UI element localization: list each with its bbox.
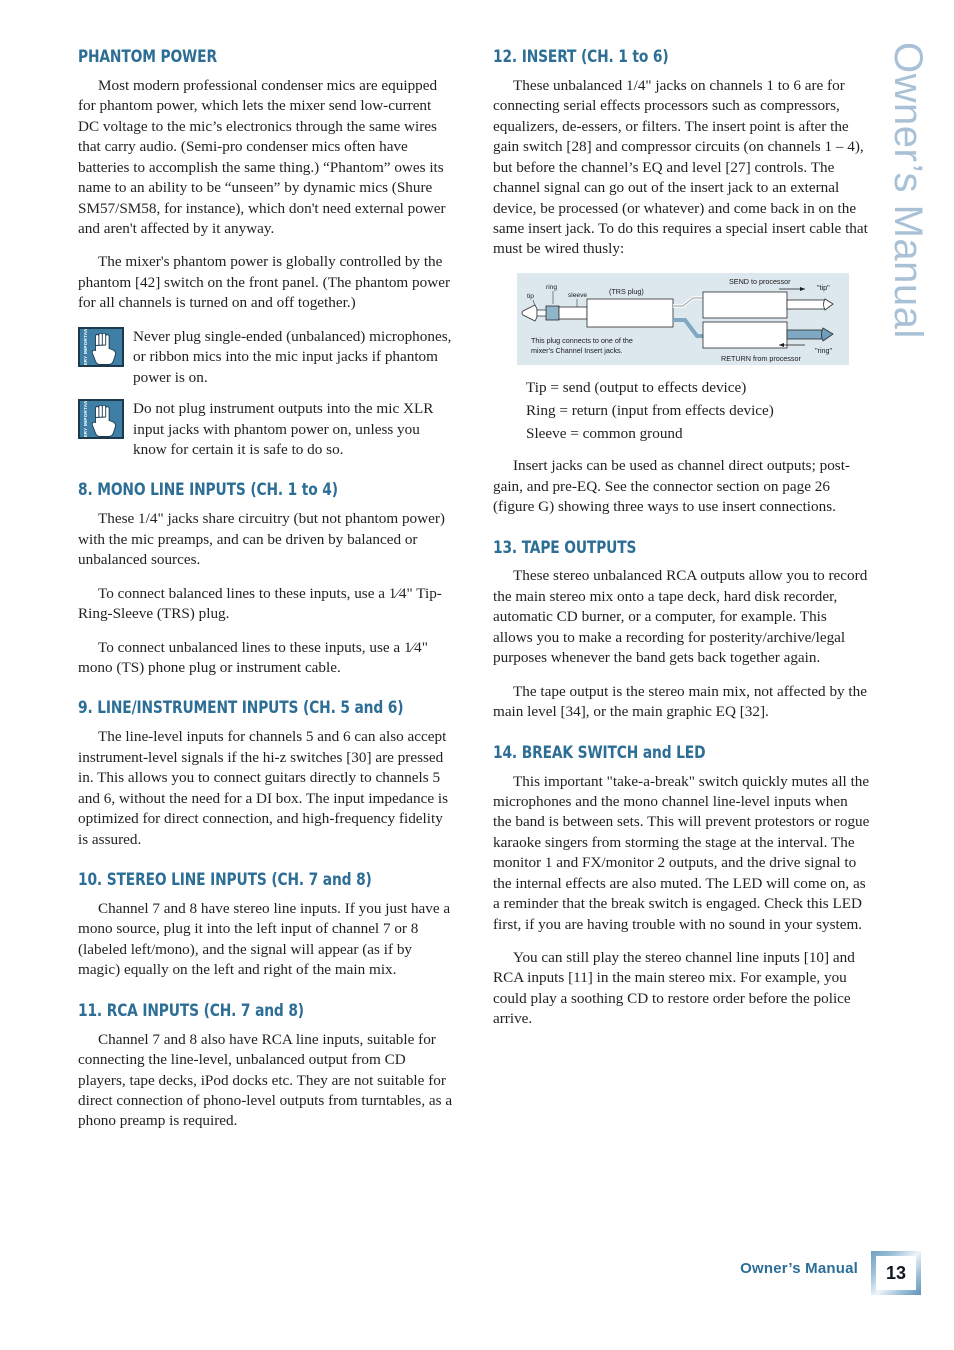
paragraph-phantom-1: Most modern professional condenser mics … — [78, 76, 446, 238]
diagram-label-trs-plug: (TRS plug) — [609, 287, 644, 296]
page-number: 13 — [876, 1256, 916, 1290]
footer-manual-label: Owner’s Manual — [740, 1260, 858, 1277]
heading-stereo-line-inputs: 10. STEREO LINE INPUTS (CH. 7 and 8) — [78, 870, 372, 890]
paragraph-section8-1: These 1/4" jacks share circuitry (but no… — [78, 510, 445, 569]
warning-row: VERY IMPORTANT Never plug single-ended (… — [78, 326, 455, 388]
very-important-label: VERY IMPORTANT — [83, 399, 88, 440]
heading-line-instrument-inputs: 9. LINE/INSTRUMENT INPUTS (CH. 5 and 6) — [78, 698, 404, 718]
page-number-box: 13 — [871, 1251, 921, 1295]
paragraph-section10-1: Channel 7 and 8 have stereo line inputs.… — [78, 900, 451, 979]
paragraph-phantom-2: The mixer's phantom power is globally co… — [78, 253, 450, 312]
page-footer: Owner’s Manual 13 — [0, 1248, 954, 1302]
paragraph-section12-2: Insert jacks can be used as channel dire… — [493, 457, 850, 516]
warning-text: Never plug single-ended (unbalanced) mic… — [133, 327, 452, 386]
insert-cable-illustration: .dlbl { font-family: "Liberation Sans","… — [521, 277, 834, 363]
very-important-hand-icon: VERY IMPORTANT — [78, 399, 124, 440]
heading-rca-inputs: 11. RCA INPUTS (CH. 7 and 8) — [78, 1000, 304, 1020]
insert-definitions-list: Tip = send (output to effects device) Ri… — [493, 376, 870, 445]
diagram-label-return: RETURN from processor — [721, 354, 801, 363]
left-column: PHANTOM POWER Most modern professional c… — [78, 47, 455, 1238]
definition-ring: Ring = return (input from effects device… — [526, 402, 774, 419]
diagram-label-send: SEND to processor — [729, 277, 791, 286]
heading-phantom-power: PHANTOM POWER — [78, 47, 217, 66]
paragraph-section13-2: The tape output is the stereo main mix, … — [493, 682, 867, 721]
heading-break-switch-led: 14. BREAK SWITCH and LED — [493, 742, 706, 762]
warning-row: VERY IMPORTANT Do not plug instrument ou… — [78, 399, 455, 460]
paragraph-section12-1: These unbalanced 1/4" jacks on channels … — [493, 76, 868, 258]
diagram-caption-line1: This plug connects to one of the — [531, 336, 633, 345]
edge-vertical-title: Owner’s Manual — [886, 42, 930, 339]
hand-glyph — [91, 405, 116, 438]
heading-mono-line-inputs: 8. MONO LINE INPUTS (CH. 1 to 4) — [78, 480, 338, 500]
diagram-caption-line2: mixer's Channel Insert jacks. — [531, 346, 623, 355]
definition-sleeve: Sleeve = common ground — [526, 425, 683, 443]
very-important-hand-icon: VERY IMPORTANT — [78, 326, 124, 367]
heading-insert: 12. INSERT (CH. 1 to 6) — [493, 47, 669, 66]
hand-glyph — [91, 332, 116, 365]
very-important-label: VERY IMPORTANT — [83, 326, 88, 367]
diagram-label-ring: ring — [546, 284, 557, 291]
diagram-label-sleeve: sleeve — [568, 292, 587, 299]
paragraph-section8-3: To connect unbalanced lines to these inp… — [78, 638, 428, 676]
diagram-label-tip-quoted: "tip" — [817, 283, 830, 292]
manual-page: Owner’s Manual PHANTOM POWER Most modern… — [0, 0, 954, 1350]
insert-cable-diagram: .dlbl { font-family: "Liberation Sans","… — [517, 272, 849, 365]
warning-text: Do not plug instrument outputs into the … — [133, 400, 434, 458]
right-column: 12. INSERT (CH. 1 to 6) These unbalanced… — [493, 47, 870, 1238]
paragraph-section13-1: These stereo unbalanced RCA outputs allo… — [493, 567, 868, 667]
paragraph-section8-2: To connect balanced lines to these input… — [78, 584, 442, 623]
heading-tape-outputs: 13. TAPE OUTPUTS — [493, 537, 637, 557]
paragraph-section11-1: Channel 7 and 8 also have RCA line input… — [78, 1030, 453, 1130]
two-column-body: PHANTOM POWER Most modern professional c… — [78, 47, 870, 1238]
paragraph-section9-1: The line-level inputs for channels 5 and… — [78, 728, 449, 848]
diagram-label-tip: tip — [527, 293, 534, 300]
definition-tip: Tip = send (output to effects device) — [526, 378, 747, 396]
diagram-label-ring-quoted: "ring" — [815, 346, 833, 355]
paragraph-section14-1: This important "take-a-break" switch qui… — [493, 772, 870, 933]
paragraph-section14-2: You can still play the stereo channel li… — [493, 949, 855, 1028]
